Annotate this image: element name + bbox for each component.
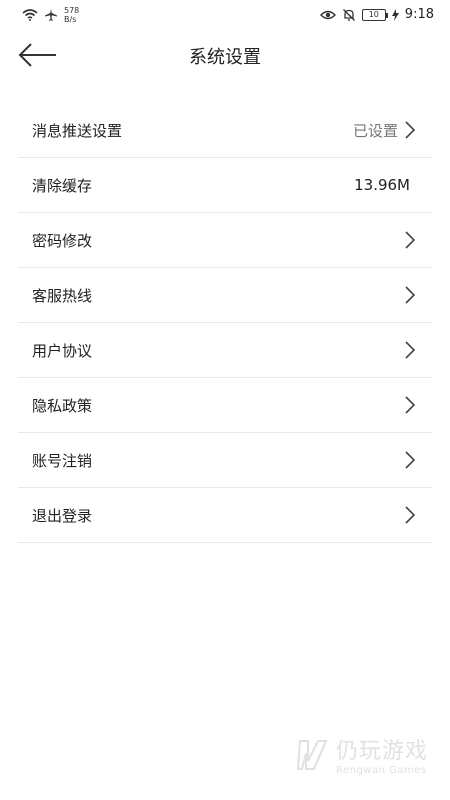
chevron-right-icon [405, 121, 416, 139]
status-time: 9:18 [404, 7, 434, 22]
watermark-en: Rengwan Games [335, 765, 427, 776]
settings-item-right: 已设置 [353, 120, 416, 141]
airplane-icon [45, 9, 57, 21]
status-left: 578 B/s [22, 6, 79, 24]
settings-item-label: 隐私政策 [32, 396, 93, 415]
network-speed-value: 578 [64, 6, 80, 15]
settings-item-right: 13.96M [354, 176, 416, 194]
watermark: 仍玩游戏 Rengwan Games [294, 733, 428, 776]
settings-item-value: 已设置 [352, 121, 398, 140]
settings-item-label: 客服热线 [32, 286, 93, 305]
settings-item-label: 密码修改 [32, 231, 93, 250]
charging-icon [391, 8, 399, 21]
settings-item-hotline[interactable]: 客服热线 [18, 268, 432, 323]
settings-item-clear-cache[interactable]: 清除缓存 13.96M [18, 158, 432, 213]
settings-item-label: 用户协议 [32, 341, 93, 360]
network-speed-unit: B/s [64, 15, 77, 24]
settings-list: 消息推送设置 已设置 清除缓存 13.96M 密码修改 客服热线 用户协议 隐私… [18, 103, 432, 543]
chevron-right-icon [405, 396, 416, 414]
status-bar: 578 B/s 10 9:18 [0, 0, 450, 32]
settings-item-value: 13.96M [354, 176, 410, 194]
chevron-right-icon [405, 506, 416, 524]
status-right: 10 9:18 [319, 7, 434, 22]
settings-item-label: 消息推送设置 [32, 121, 123, 140]
settings-item-logout[interactable]: 退出登录 [18, 488, 432, 543]
page-title: 系统设置 [189, 47, 261, 68]
chevron-right-icon [405, 341, 416, 359]
watermark-cn: 仍玩游戏 [335, 739, 428, 764]
mute-bell-icon [342, 8, 355, 21]
chevron-right-icon [405, 451, 416, 469]
eye-icon [319, 10, 336, 19]
wifi-icon [22, 9, 38, 21]
settings-item-password[interactable]: 密码修改 [18, 213, 432, 268]
network-speed: 578 B/s [64, 6, 79, 24]
settings-item-privacy[interactable]: 隐私政策 [18, 378, 432, 433]
watermark-logo-icon [296, 739, 328, 770]
settings-item-label: 清除缓存 [32, 176, 93, 195]
settings-item-delete-account[interactable]: 账号注销 [18, 433, 432, 488]
chevron-right-icon [405, 286, 416, 304]
settings-item-push[interactable]: 消息推送设置 已设置 [18, 103, 432, 158]
chevron-right-icon [405, 231, 416, 249]
settings-item-user-agreement[interactable]: 用户协议 [18, 323, 432, 378]
watermark-text: 仍玩游戏 Rengwan Games [336, 733, 428, 776]
battery-icon: 10 [361, 8, 388, 21]
settings-item-label: 账号注销 [32, 451, 93, 470]
settings-item-label: 退出登录 [32, 506, 93, 525]
page-header: 系统设置 [0, 32, 450, 78]
